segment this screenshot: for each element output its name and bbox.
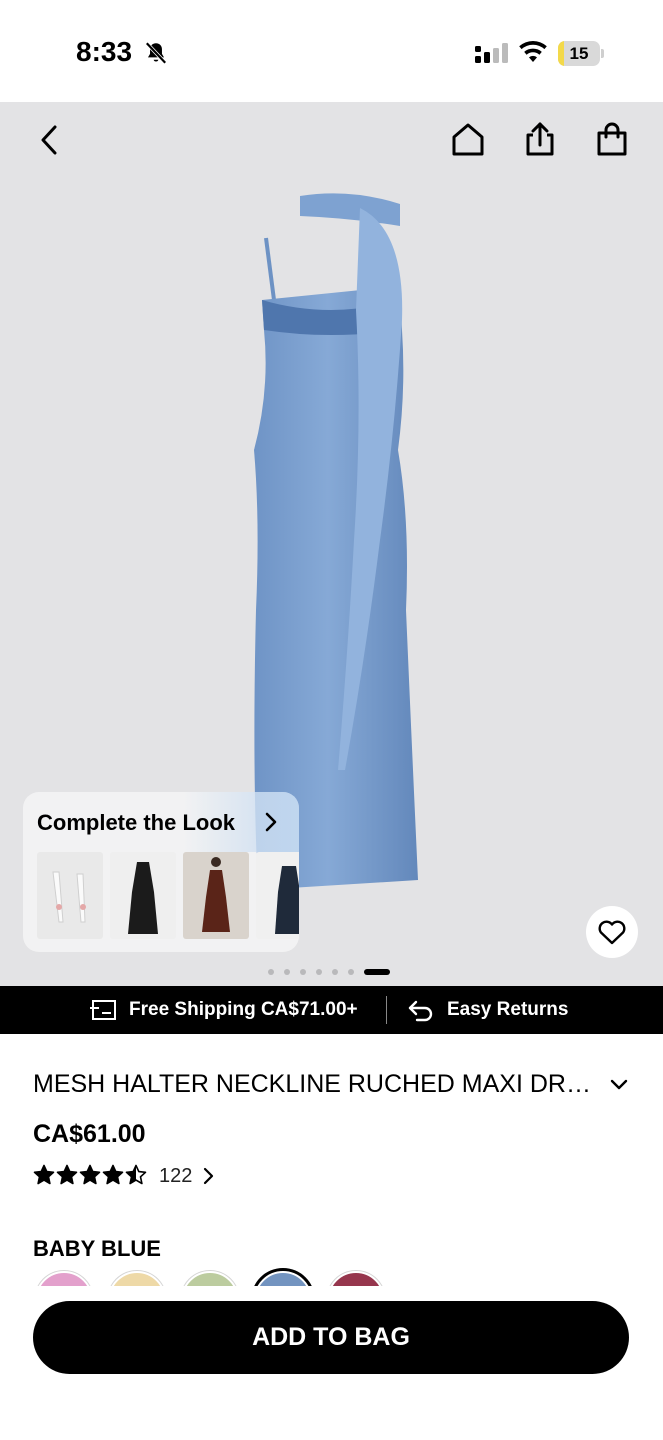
chevron-down-icon[interactable] bbox=[608, 1075, 630, 1095]
star-half-icon bbox=[125, 1164, 147, 1185]
add-to-bag-button[interactable]: ADD TO BAG bbox=[33, 1301, 629, 1374]
back-arrow-icon[interactable] bbox=[30, 120, 70, 160]
star-rating[interactable] bbox=[33, 1164, 147, 1186]
promo-divider bbox=[386, 996, 387, 1024]
color-swatch-pink[interactable] bbox=[35, 1271, 93, 1286]
share-icon[interactable] bbox=[520, 120, 560, 160]
star-filled-icon bbox=[56, 1164, 78, 1185]
review-count[interactable]: 122 bbox=[159, 1165, 192, 1188]
wishlist-button[interactable] bbox=[586, 906, 638, 958]
carousel-page-indicator bbox=[268, 968, 390, 976]
promo-bar: Free Shipping CA$71.00+ Easy Returns bbox=[0, 986, 663, 1034]
product-price: CA$61.00 bbox=[33, 1120, 146, 1148]
color-swatches bbox=[33, 1268, 633, 1286]
cellular-signal-icon bbox=[475, 43, 508, 63]
color-swatch-baby-blue[interactable] bbox=[254, 1271, 312, 1286]
wifi-icon bbox=[519, 41, 547, 62]
carousel-dot[interactable] bbox=[268, 969, 274, 975]
chevron-right-icon[interactable] bbox=[261, 810, 281, 834]
star-filled-icon bbox=[33, 1164, 55, 1185]
return-arrow-icon bbox=[408, 1000, 433, 1022]
heart-icon bbox=[598, 920, 626, 945]
chevron-right-icon[interactable] bbox=[202, 1166, 216, 1186]
color-swatch-sage[interactable] bbox=[181, 1271, 239, 1286]
star-filled-icon bbox=[102, 1164, 124, 1185]
brown-halter-dress-thumbnail[interactable] bbox=[183, 852, 249, 939]
bell-off-icon bbox=[145, 41, 167, 65]
product-image-carousel[interactable]: Complete the Look bbox=[0, 102, 663, 986]
white-heels-thumbnail[interactable] bbox=[37, 852, 103, 939]
product-dress-image bbox=[254, 193, 418, 890]
battery-icon: 15 bbox=[558, 41, 604, 66]
home-icon[interactable] bbox=[448, 120, 488, 160]
carousel-dot[interactable] bbox=[332, 969, 338, 975]
product-title: MESH HALTER NECKLINE RUCHED MAXI DRESS bbox=[33, 1070, 593, 1098]
easy-returns-text[interactable]: Easy Returns bbox=[447, 999, 568, 1021]
navy-slip-dress-thumbnail[interactable] bbox=[256, 852, 299, 939]
shopping-bag-icon[interactable] bbox=[592, 120, 632, 160]
color-swatch-burgundy[interactable] bbox=[327, 1271, 385, 1286]
complete-the-look-title: Complete the Look bbox=[37, 810, 236, 835]
battery-level: 15 bbox=[569, 44, 589, 63]
carousel-dot[interactable] bbox=[316, 969, 322, 975]
complete-the-look-card[interactable]: Complete the Look bbox=[23, 792, 299, 952]
carousel-dot[interactable] bbox=[348, 969, 354, 975]
status-bar: 8:33 15 bbox=[0, 0, 663, 102]
color-swatch-cream[interactable] bbox=[108, 1271, 166, 1286]
carousel-dot[interactable] bbox=[300, 969, 306, 975]
carousel-dot-active[interactable] bbox=[364, 969, 390, 975]
shipping-icon bbox=[90, 1000, 116, 1020]
free-shipping-text[interactable]: Free Shipping CA$71.00+ bbox=[129, 999, 358, 1021]
selected-color-label: BABY BLUE bbox=[33, 1236, 161, 1261]
star-filled-icon bbox=[79, 1164, 101, 1185]
status-time: 8:33 bbox=[76, 36, 133, 67]
black-satin-dress-thumbnail[interactable] bbox=[110, 852, 176, 939]
carousel-dot[interactable] bbox=[284, 969, 290, 975]
